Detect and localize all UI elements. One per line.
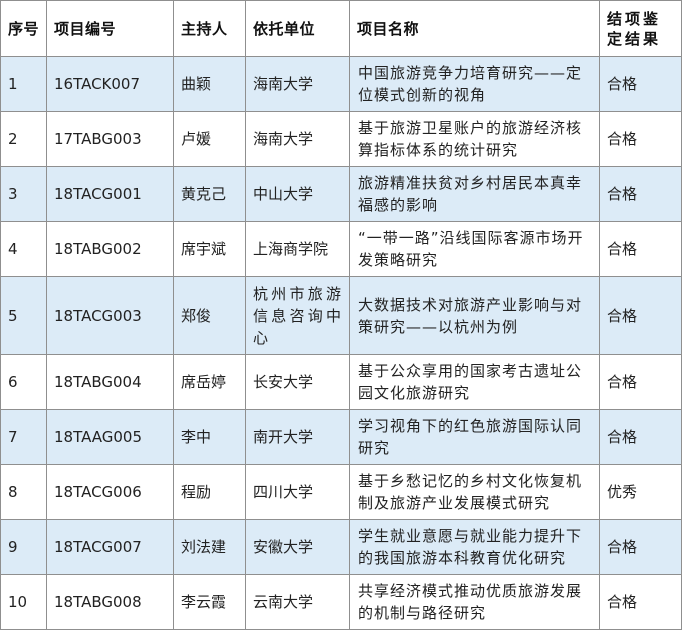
- cell-host: 黄克己: [173, 166, 246, 222]
- cell-result: 合格: [599, 221, 682, 277]
- cell-seq: 10: [0, 574, 47, 630]
- cell-result: 合格: [599, 111, 682, 167]
- header-host: 主持人: [173, 0, 246, 57]
- cell-project-name: 学习视角下的红色旅游国际认同研究: [349, 409, 600, 465]
- table-row: 6 18TABG004 席岳婷 长安大学 基于公众享用的国家考古遗址公园文化旅游…: [0, 354, 682, 410]
- cell-code: 18TACG007: [46, 519, 174, 575]
- cell-unit: 杭州市旅游信息咨询中心: [245, 276, 350, 355]
- cell-result: 合格: [599, 409, 682, 465]
- header-row: 序号 项目编号 主持人 依托单位 项目名称 结项鉴定结果: [0, 0, 682, 57]
- cell-unit: 长安大学: [245, 354, 350, 410]
- cell-code: 18TACG003: [46, 276, 174, 355]
- cell-code: 18TAAG005: [46, 409, 174, 465]
- cell-project-name: 学生就业意愿与就业能力提升下的我国旅游本科教育优化研究: [349, 519, 600, 575]
- table-row: 3 18TACG001 黄克己 中山大学 旅游精准扶贫对乡村居民本真幸福感的影响…: [0, 166, 682, 222]
- cell-host: 席宇斌: [173, 221, 246, 277]
- table-row: 5 18TACG003 郑俊 杭州市旅游信息咨询中心 大数据技术对旅游产业影响与…: [0, 276, 682, 355]
- header-name: 项目名称: [349, 0, 600, 57]
- cell-host: 刘法建: [173, 519, 246, 575]
- cell-unit: 安徽大学: [245, 519, 350, 575]
- cell-host: 卢媛: [173, 111, 246, 167]
- cell-unit: 云南大学: [245, 574, 350, 630]
- header-unit: 依托单位: [245, 0, 350, 57]
- cell-unit: 四川大学: [245, 464, 350, 520]
- cell-unit: 上海商学院: [245, 221, 350, 277]
- table-row: 1 16TACK007 曲颖 海南大学 中国旅游竞争力培育研究——定位模式创新的…: [0, 56, 682, 112]
- cell-result: 合格: [599, 56, 682, 112]
- cell-host: 郑俊: [173, 276, 246, 355]
- cell-project-name: 共享经济模式推动优质旅游发展的机制与路径研究: [349, 574, 600, 630]
- cell-host: 曲颖: [173, 56, 246, 112]
- cell-unit: 中山大学: [245, 166, 350, 222]
- cell-unit: 海南大学: [245, 56, 350, 112]
- cell-result: 优秀: [599, 464, 682, 520]
- cell-project-name: “一带一路”沿线国际客源市场开发策略研究: [349, 221, 600, 277]
- cell-code: 18TABG008: [46, 574, 174, 630]
- table-row: 2 17TABG003 卢媛 海南大学 基于旅游卫星账户的旅游经济核算指标体系的…: [0, 111, 682, 167]
- header-result: 结项鉴定结果: [599, 0, 682, 57]
- table-row: 4 18TABG002 席宇斌 上海商学院 “一带一路”沿线国际客源市场开发策略…: [0, 221, 682, 277]
- cell-result: 合格: [599, 354, 682, 410]
- results-table: 序号 项目编号 主持人 依托单位 项目名称 结项鉴定结果 1 16TACK007…: [0, 0, 682, 630]
- cell-code: 18TACG006: [46, 464, 174, 520]
- table-row: 8 18TACG006 程励 四川大学 基于乡愁记忆的乡村文化恢复机制及旅游产业…: [0, 464, 682, 520]
- cell-code: 18TABG004: [46, 354, 174, 410]
- cell-project-name: 基于乡愁记忆的乡村文化恢复机制及旅游产业发展模式研究: [349, 464, 600, 520]
- cell-seq: 1: [0, 56, 47, 112]
- cell-host: 李中: [173, 409, 246, 465]
- cell-project-name: 中国旅游竞争力培育研究——定位模式创新的视角: [349, 56, 600, 112]
- cell-seq: 3: [0, 166, 47, 222]
- cell-host: 席岳婷: [173, 354, 246, 410]
- table-row: 10 18TABG008 李云霞 云南大学 共享经济模式推动优质旅游发展的机制与…: [0, 574, 682, 630]
- cell-code: 18TACG001: [46, 166, 174, 222]
- cell-project-name: 基于旅游卫星账户的旅游经济核算指标体系的统计研究: [349, 111, 600, 167]
- header-code: 项目编号: [46, 0, 174, 57]
- cell-seq: 9: [0, 519, 47, 575]
- cell-seq: 6: [0, 354, 47, 410]
- cell-seq: 5: [0, 276, 47, 355]
- cell-unit: 南开大学: [245, 409, 350, 465]
- cell-code: 16TACK007: [46, 56, 174, 112]
- table-row: 9 18TACG007 刘法建 安徽大学 学生就业意愿与就业能力提升下的我国旅游…: [0, 519, 682, 575]
- cell-result: 合格: [599, 519, 682, 575]
- header-seq: 序号: [0, 0, 47, 57]
- cell-code: 18TABG002: [46, 221, 174, 277]
- cell-seq: 2: [0, 111, 47, 167]
- cell-code: 17TABG003: [46, 111, 174, 167]
- cell-project-name: 旅游精准扶贫对乡村居民本真幸福感的影响: [349, 166, 600, 222]
- cell-result: 合格: [599, 276, 682, 355]
- cell-unit: 海南大学: [245, 111, 350, 167]
- cell-host: 程励: [173, 464, 246, 520]
- cell-project-name: 大数据技术对旅游产业影响与对策研究——以杭州为例: [349, 276, 600, 355]
- cell-seq: 8: [0, 464, 47, 520]
- cell-result: 合格: [599, 574, 682, 630]
- cell-seq: 4: [0, 221, 47, 277]
- table-row: 7 18TAAG005 李中 南开大学 学习视角下的红色旅游国际认同研究 合格: [0, 409, 682, 465]
- cell-result: 合格: [599, 166, 682, 222]
- cell-seq: 7: [0, 409, 47, 465]
- cell-host: 李云霞: [173, 574, 246, 630]
- cell-project-name: 基于公众享用的国家考古遗址公园文化旅游研究: [349, 354, 600, 410]
